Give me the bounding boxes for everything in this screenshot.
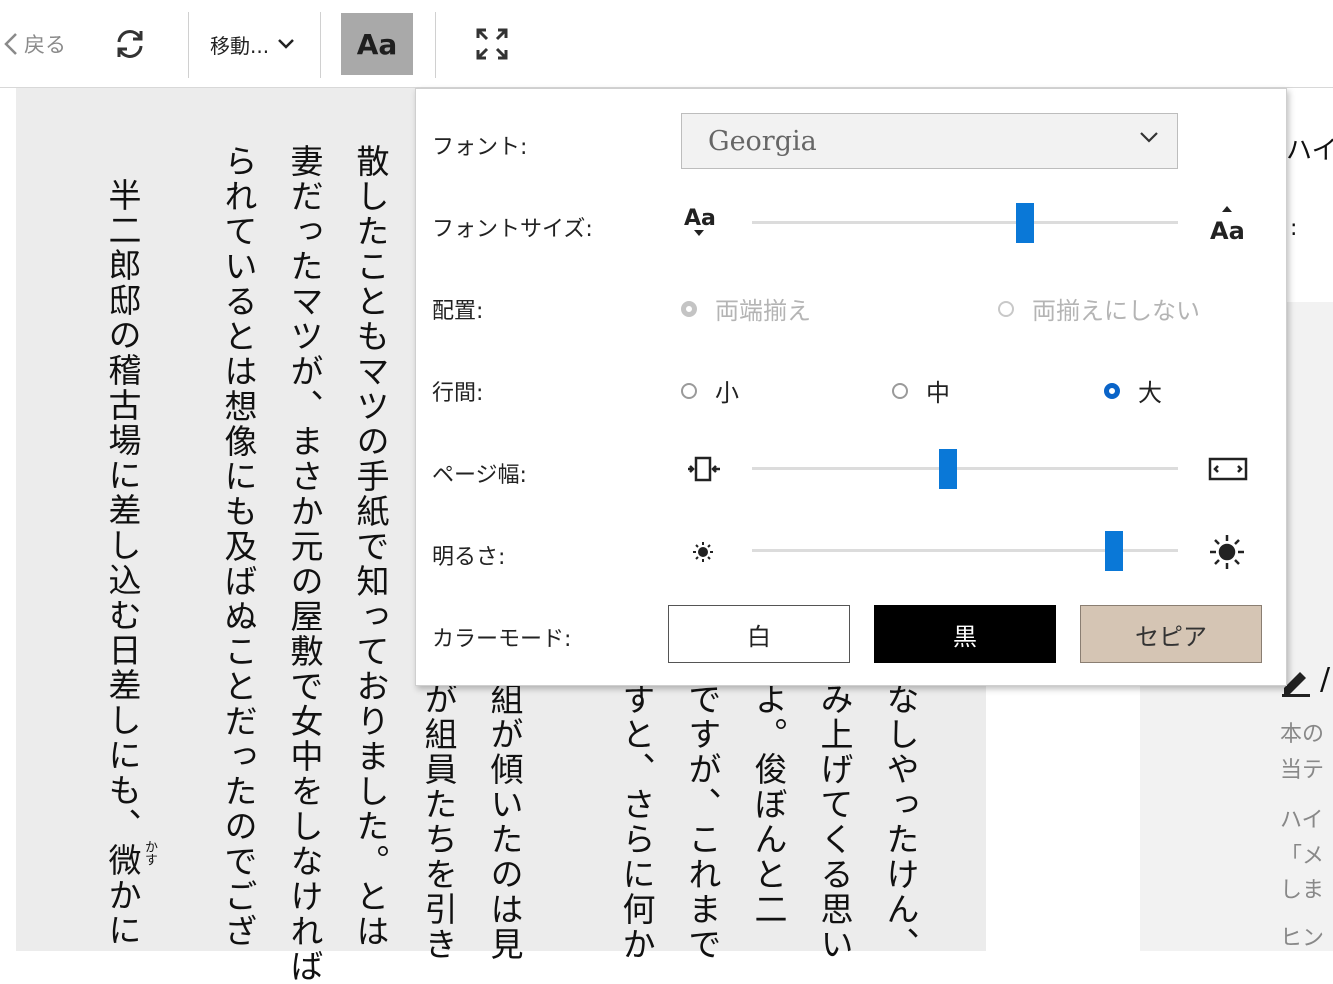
- line-spacing-medium-radio[interactable]: 中: [892, 373, 950, 408]
- fullscreen-icon: [476, 28, 508, 60]
- toolbar-divider: [188, 12, 189, 78]
- slider-thumb[interactable]: [1015, 203, 1034, 243]
- back-label: 戻る: [24, 33, 66, 57]
- side-text-line: 当テ: [1280, 758, 1325, 783]
- text-column: 妻だったマツが、まさか元の屋敷で女中をしなければ: [285, 144, 324, 984]
- line-spacing-large-radio[interactable]: 大: [1104, 373, 1162, 408]
- side-subheading: :: [1290, 216, 1298, 241]
- back-button[interactable]: 戻る: [4, 26, 66, 62]
- font-label: フォント:: [432, 135, 528, 160]
- side-text-line: しま: [1280, 878, 1325, 903]
- toolbar-divider: [320, 12, 321, 78]
- chevron-left-icon: [4, 33, 17, 55]
- chevron-down-icon: [1140, 132, 1158, 143]
- radio-circle: [681, 382, 697, 399]
- goto-label: 移動...: [210, 33, 270, 58]
- radio-label: 大: [1138, 379, 1162, 407]
- text-column: 半二郎邸の稽古場に差し込む日差しにも、微かに: [103, 178, 142, 948]
- color-mode-white-label: 白: [747, 622, 771, 651]
- color-mode-black-button[interactable]: 黒: [874, 605, 1056, 663]
- reader-toolbar: 戻る 移動... Aa: [0, 0, 1333, 88]
- line-spacing-small-radio[interactable]: 小: [681, 373, 739, 408]
- side-pencil-tail: /: [1320, 662, 1331, 697]
- goto-dropdown[interactable]: 移動...: [210, 26, 295, 62]
- text-settings-popup: フォント: Georgia フォントサイズ: Aa Aa 配置: 両端揃え 両揃…: [415, 88, 1287, 686]
- text-column: られているとは想像にも及ばぬことだったのでござ: [219, 144, 258, 949]
- side-text-line: ハイ: [1280, 808, 1324, 833]
- page-wide-icon[interactable]: [1208, 453, 1248, 489]
- toolbar-divider: [435, 12, 436, 78]
- font-size-label: フォントサイズ:: [432, 217, 593, 242]
- brightness-label: 明るさ:: [432, 545, 506, 570]
- fullscreen-button[interactable]: [470, 22, 514, 66]
- font-size-slider[interactable]: [752, 203, 1178, 243]
- text-format-label: Aa: [356, 27, 398, 61]
- ruby-annotation: かす: [142, 840, 157, 866]
- slider-track: [752, 467, 1178, 470]
- alignment-label: 配置:: [432, 299, 484, 324]
- chevron-down-icon: [278, 39, 294, 49]
- color-mode-label: カラーモード:: [432, 627, 572, 652]
- text-column: ですが、これまで: [683, 682, 722, 962]
- side-heading: ハイ: [1286, 136, 1333, 166]
- slider-thumb[interactable]: [938, 449, 957, 489]
- radio-circle: [892, 382, 908, 399]
- align-ragged-radio[interactable]: 両揃えにしない: [998, 291, 1200, 326]
- side-text-line: ヒン: [1280, 926, 1325, 951]
- refresh-button[interactable]: [108, 22, 152, 66]
- radio-label: 中: [926, 379, 950, 407]
- page-narrow-icon[interactable]: [686, 453, 722, 489]
- slider-track: [752, 221, 1178, 224]
- radio-label: 両揃えにしない: [1032, 297, 1200, 325]
- radio-circle: [998, 300, 1014, 317]
- color-mode-white-button[interactable]: 白: [668, 605, 850, 663]
- radio-circle: [681, 300, 697, 317]
- brightness-slider[interactable]: [752, 531, 1178, 571]
- svg-text:Aa: Aa: [1210, 217, 1245, 245]
- text-column: なしやったけん、: [881, 682, 920, 962]
- text-column: み上げてくる思い: [815, 682, 854, 962]
- align-justify-radio[interactable]: 両端揃え: [681, 291, 811, 326]
- color-mode-sepia-button[interactable]: セピア: [1080, 605, 1262, 663]
- text-column: すと、さらに何か: [617, 682, 656, 962]
- radio-label: 小: [715, 379, 739, 407]
- radio-circle: [1104, 382, 1120, 399]
- font-select-value: Georgia: [708, 125, 817, 157]
- radio-label: 両端揃え: [715, 297, 811, 325]
- text-column: 組が傾いたのは見: [485, 682, 524, 962]
- brightness-high-icon[interactable]: [1208, 533, 1246, 575]
- refresh-icon: [117, 30, 143, 58]
- line-spacing-label: 行間:: [432, 381, 484, 406]
- slider-thumb[interactable]: [1105, 531, 1124, 571]
- side-text-line: 本の: [1280, 722, 1325, 747]
- font-smaller-icon[interactable]: Aa: [682, 203, 722, 243]
- text-format-button[interactable]: Aa: [341, 13, 413, 75]
- text-column: 散したこともマツの手紙で知っておりました。とは: [351, 144, 390, 949]
- svg-text:Aa: Aa: [684, 206, 716, 231]
- page-width-slider[interactable]: [752, 449, 1178, 489]
- text-column: が組員たちを引き: [419, 682, 458, 962]
- color-mode-sepia-label: セピア: [1135, 622, 1207, 651]
- font-larger-icon[interactable]: Aa: [1208, 205, 1250, 249]
- page-width-label: ページ幅:: [432, 463, 527, 488]
- brightness-low-icon[interactable]: [688, 537, 718, 571]
- font-select[interactable]: Georgia: [681, 113, 1178, 169]
- color-mode-black-label: 黒: [953, 622, 977, 651]
- text-column: よ。俊ぼんと二: [749, 682, 788, 927]
- side-text-line: 「メ: [1280, 844, 1325, 869]
